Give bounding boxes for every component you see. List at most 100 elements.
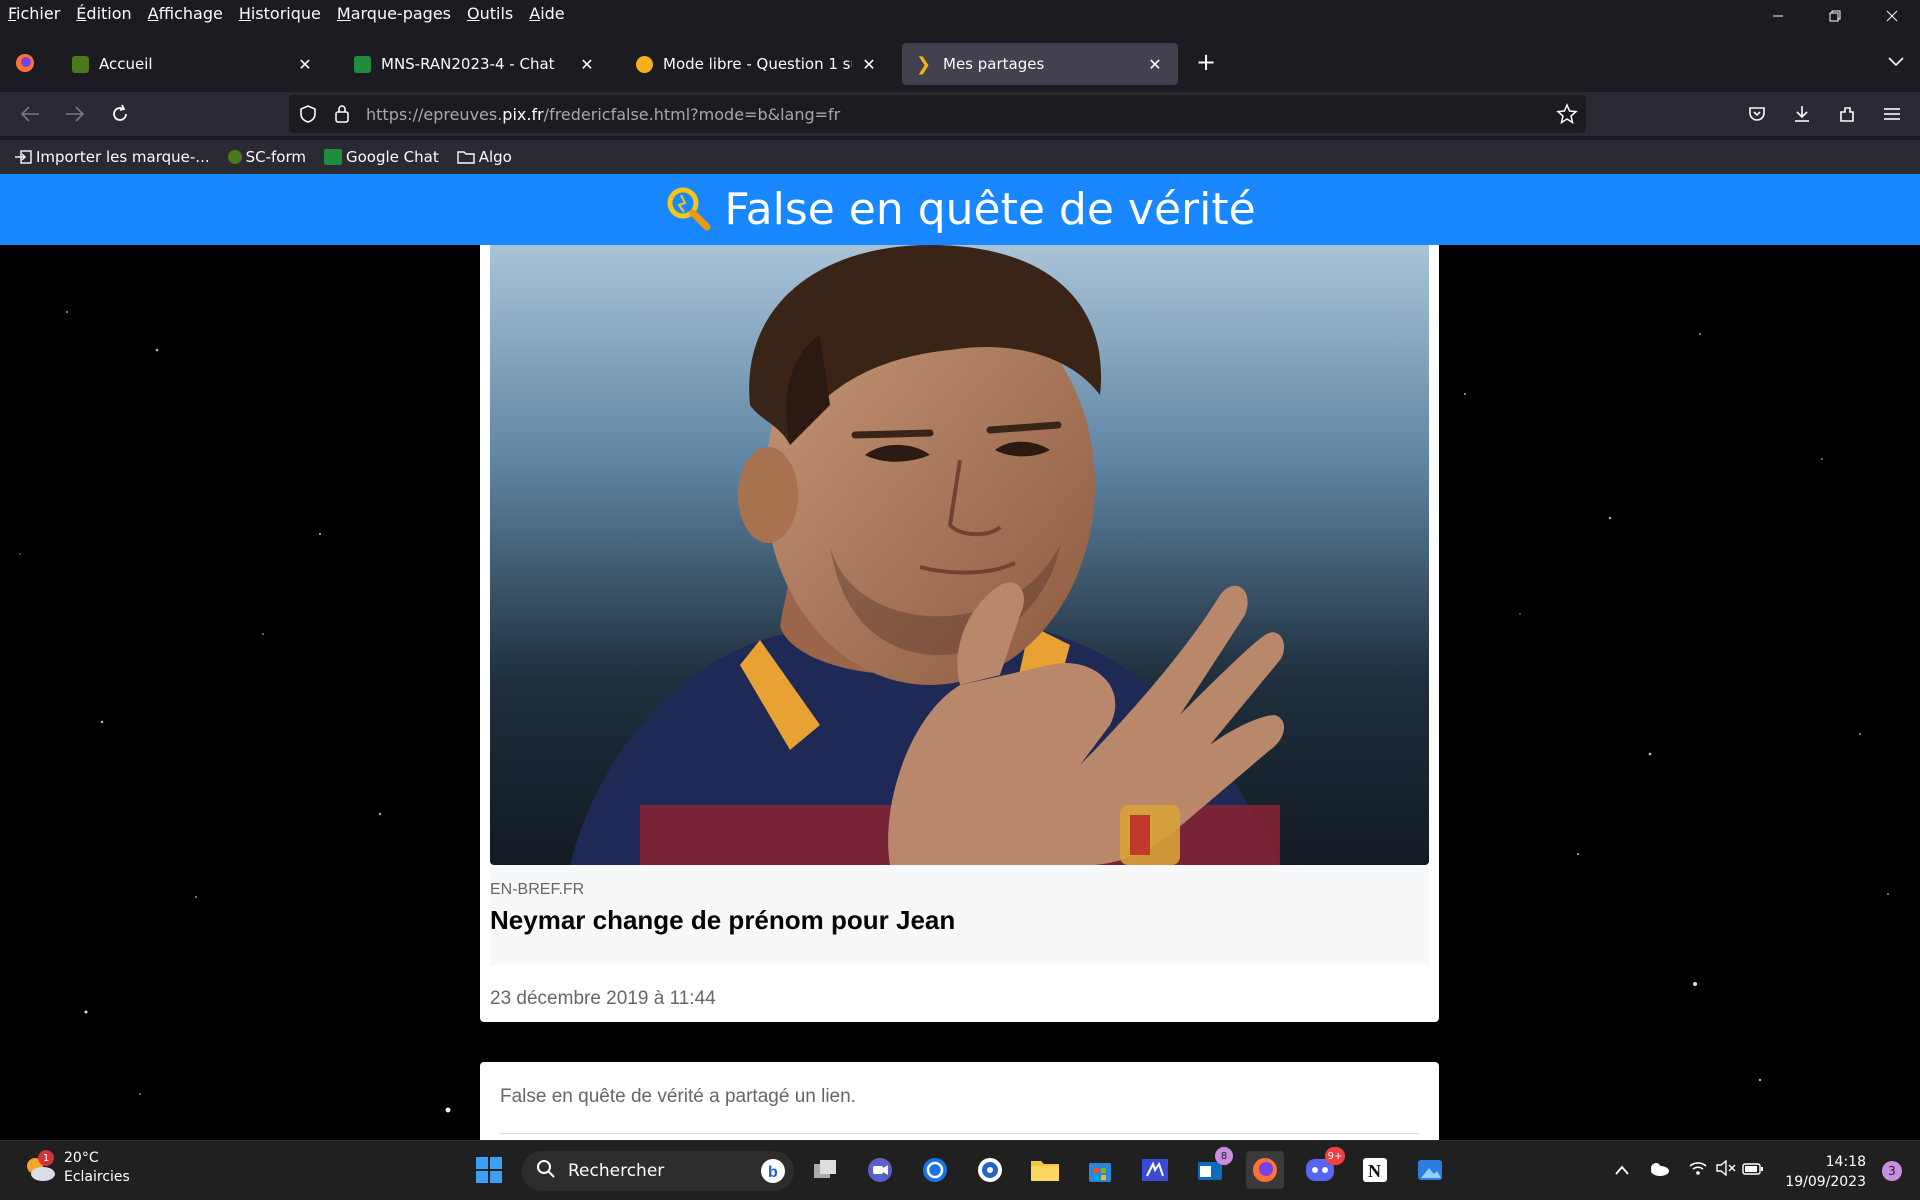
photos-app-icon[interactable] bbox=[1411, 1151, 1449, 1189]
bookmark-google-chat[interactable]: Google Chat bbox=[324, 148, 439, 166]
list-all-tabs-icon[interactable] bbox=[1888, 52, 1904, 71]
notification-count-badge[interactable]: 3 bbox=[1882, 1161, 1902, 1181]
pocket-icon[interactable] bbox=[1743, 100, 1771, 128]
menu-outils[interactable]: Outils bbox=[467, 4, 513, 23]
menu-aide[interactable]: Aide bbox=[529, 4, 564, 23]
sync-app-icon[interactable] bbox=[916, 1151, 954, 1189]
bookmark-sc-form[interactable]: SC-form bbox=[227, 148, 306, 166]
lock-icon[interactable] bbox=[333, 103, 351, 129]
reload-icon[interactable] bbox=[106, 100, 134, 128]
navigation-bar: https://epreuves.pix.fr/fredericfalse.ht… bbox=[0, 92, 1920, 136]
bookmark-algo[interactable]: Algo bbox=[457, 148, 512, 166]
onedrive-icon[interactable] bbox=[1648, 1161, 1670, 1180]
shield-icon[interactable] bbox=[298, 104, 318, 128]
search-label: Rechercher bbox=[568, 1161, 665, 1181]
post-date[interactable]: 23 décembre 2019 à 11:44 bbox=[490, 988, 716, 1010]
menu-historique[interactable]: Historique bbox=[239, 4, 321, 23]
weather-widget[interactable]: 1 20°C Eclaircies bbox=[22, 1149, 130, 1187]
helper-app-icon[interactable] bbox=[971, 1151, 1009, 1189]
url-bar[interactable]: https://epreuves.pix.fr/fredericfalse.ht… bbox=[289, 95, 1586, 133]
svg-text:b: b bbox=[768, 1164, 778, 1181]
bookmark-label: Importer les marque-... bbox=[36, 148, 210, 166]
google-chat-icon bbox=[324, 149, 342, 165]
weather-icon: 1 bbox=[22, 1150, 58, 1186]
bookmark-star-icon[interactable] bbox=[1556, 103, 1578, 129]
restore-icon[interactable] bbox=[1806, 0, 1863, 32]
site-header: False en quête de vérité bbox=[0, 174, 1920, 245]
next-post-text: False en quête de vérité a partagé un li… bbox=[500, 1086, 856, 1107]
article-headline[interactable]: Neymar change de prénom pour Jean bbox=[490, 905, 955, 936]
notion-icon[interactable]: N bbox=[1356, 1151, 1394, 1189]
chevron-favicon-icon: ❯ bbox=[916, 53, 932, 75]
tab-label: Accueil bbox=[99, 55, 153, 73]
tab-strip: Accueil ✕ MNS-RAN2023-4 - Chat ✕ Mode li… bbox=[0, 40, 1920, 88]
outlook-badge: 8 bbox=[1215, 1147, 1233, 1165]
file-explorer-icon[interactable] bbox=[1026, 1151, 1064, 1189]
toolbar-icons bbox=[1726, 100, 1906, 128]
volume-muted-icon[interactable] bbox=[1716, 1159, 1736, 1180]
close-tab-icon[interactable]: ✕ bbox=[860, 55, 878, 74]
search-icon bbox=[536, 1159, 556, 1184]
start-menu-icon[interactable] bbox=[470, 1151, 508, 1189]
extensions-icon[interactable] bbox=[1833, 100, 1861, 128]
tab-pix[interactable]: Mode libre - Question 1 sur 5 | Pix ✕ bbox=[622, 43, 892, 85]
teams-meet-icon[interactable] bbox=[861, 1151, 899, 1189]
taskbar-search[interactable]: Rechercher b bbox=[522, 1151, 794, 1191]
discord-icon[interactable]: 9+ bbox=[1301, 1147, 1345, 1189]
firefox-taskbar-icon[interactable] bbox=[1246, 1151, 1284, 1189]
wifi-icon[interactable] bbox=[1688, 1160, 1708, 1180]
task-view-icon[interactable] bbox=[806, 1151, 844, 1189]
bookmark-label: Algo bbox=[478, 148, 512, 166]
weather-temp: 20°C bbox=[64, 1150, 99, 1166]
link-preview[interactable]: EN-BREF.FR Neymar change de prénom pour … bbox=[490, 865, 1429, 965]
new-tab-icon[interactable]: + bbox=[1193, 50, 1219, 76]
back-icon[interactable] bbox=[16, 100, 44, 128]
google-chat-favicon-icon bbox=[354, 55, 371, 73]
menu-edition[interactable]: Édition bbox=[76, 4, 131, 23]
minimize-icon[interactable] bbox=[1749, 0, 1806, 32]
forward-icon[interactable] bbox=[61, 100, 89, 128]
accueil-favicon-icon bbox=[72, 55, 89, 73]
code-app-icon[interactable] bbox=[1136, 1151, 1174, 1189]
post-card: EN-BREF.FR Neymar change de prénom pour … bbox=[480, 245, 1439, 1022]
article-source[interactable]: EN-BREF.FR bbox=[490, 881, 584, 899]
firefox-view-icon[interactable] bbox=[12, 50, 38, 76]
microsoft-store-icon[interactable] bbox=[1081, 1151, 1119, 1189]
folder-icon bbox=[457, 149, 475, 165]
site-title: False en quête de vérité bbox=[724, 184, 1256, 235]
battery-icon[interactable] bbox=[1742, 1161, 1764, 1180]
discord-badge: 9+ bbox=[1325, 1147, 1345, 1165]
window-controls bbox=[1749, 0, 1920, 32]
tab-accueil[interactable]: Accueil ✕ bbox=[58, 43, 328, 85]
tab-label: Mode libre - Question 1 sur 5 | Pix bbox=[663, 55, 852, 73]
bookmark-import[interactable]: Importer les marque-... bbox=[14, 148, 210, 166]
close-window-icon[interactable] bbox=[1863, 0, 1920, 32]
clock[interactable]: 14:18 19/09/2023 bbox=[1785, 1152, 1866, 1192]
taskbar: 1 20°C Eclaircies Rechercher b 8 9+ N 14… bbox=[0, 1140, 1920, 1200]
menu-affichage[interactable]: Affichage bbox=[148, 4, 223, 23]
menu-bar: Fichier Édition Affichage Historique Mar… bbox=[0, 0, 1920, 26]
close-tab-icon[interactable]: ✕ bbox=[1146, 55, 1164, 74]
pix-favicon-icon bbox=[636, 55, 653, 73]
menu-fichier[interactable]: Fichier bbox=[8, 4, 60, 23]
close-tab-icon[interactable]: ✕ bbox=[578, 55, 596, 74]
tab-label: MNS-RAN2023-4 - Chat bbox=[381, 55, 555, 73]
close-tab-icon[interactable]: ✕ bbox=[296, 55, 314, 74]
tab-label: Mes partages bbox=[943, 55, 1045, 73]
next-post-card: False en quête de vérité a partagé un li… bbox=[480, 1062, 1439, 1140]
outlook-icon[interactable]: 8 bbox=[1191, 1147, 1233, 1189]
downloads-icon[interactable] bbox=[1788, 100, 1816, 128]
sc-form-icon bbox=[227, 150, 242, 164]
clock-date: 19/09/2023 bbox=[1785, 1174, 1866, 1190]
weather-desc: Eclaircies bbox=[64, 1169, 130, 1185]
hamburger-menu-icon[interactable] bbox=[1878, 100, 1906, 128]
article-photo[interactable] bbox=[490, 245, 1429, 865]
chevron-up-icon[interactable] bbox=[1614, 1161, 1630, 1180]
divider bbox=[500, 1133, 1419, 1134]
tab-chat[interactable]: MNS-RAN2023-4 - Chat ✕ bbox=[340, 43, 610, 85]
bookmark-label: SC-form bbox=[245, 148, 306, 166]
menu-marque-pages[interactable]: Marque-pages bbox=[337, 4, 451, 23]
tab-mes-partages[interactable]: ❯ Mes partages ✕ bbox=[902, 43, 1178, 85]
page-content: False en quête de vérité EN-BREF.FR Neym… bbox=[0, 174, 1920, 1140]
bookmark-label: Google Chat bbox=[346, 148, 439, 166]
